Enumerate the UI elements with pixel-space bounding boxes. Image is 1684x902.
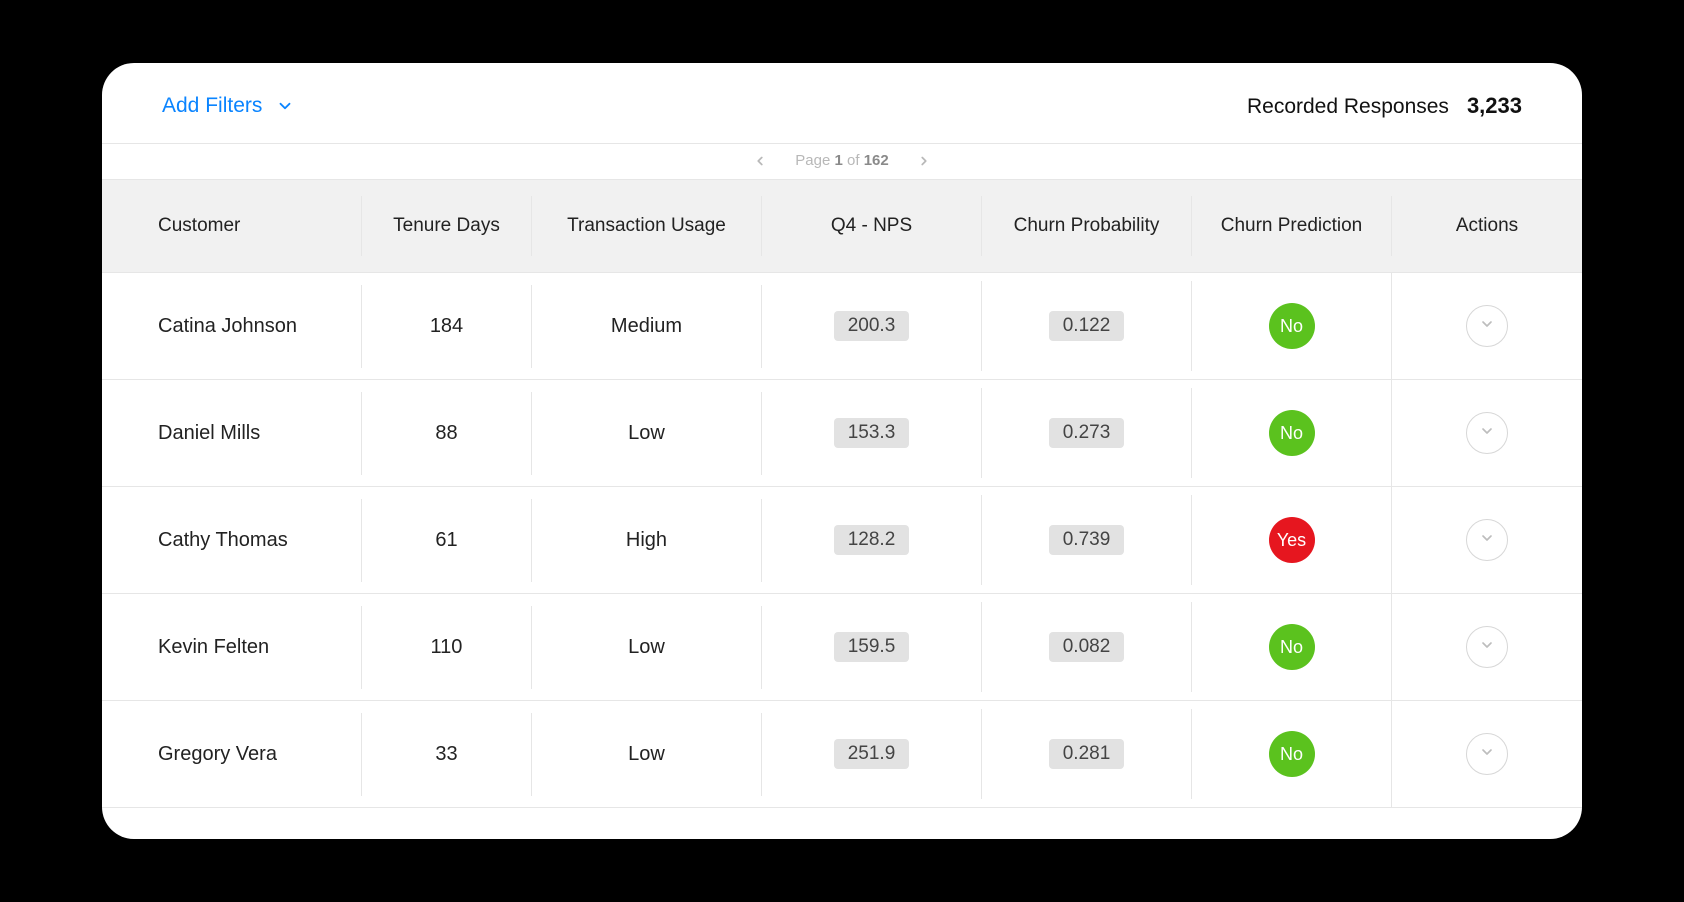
- responses-card: Add Filters Recorded Responses 3,233 Pag…: [102, 63, 1582, 839]
- cell-actions: [1392, 382, 1582, 484]
- add-filters-label: Add Filters: [162, 94, 262, 118]
- recorded-count: 3,233: [1467, 93, 1522, 119]
- nps-pill: 159.5: [834, 632, 910, 662]
- col-churn-prob: Churn Probability: [982, 196, 1192, 256]
- cell-churn-prob: 0.281: [982, 709, 1192, 799]
- row-expand-button[interactable]: [1466, 412, 1508, 454]
- pager: Page 1 of 162: [102, 144, 1582, 179]
- chevron-down-icon: [1479, 636, 1495, 659]
- row-expand-button[interactable]: [1466, 519, 1508, 561]
- chevron-down-icon: [1479, 743, 1495, 766]
- table-row: Kevin Felten110Low 159.5 0.082 No: [102, 594, 1582, 701]
- cell-customer: Cathy Thomas: [102, 499, 362, 582]
- cell-churn-prob: 0.122: [982, 281, 1192, 371]
- chevron-down-icon: [276, 97, 294, 115]
- nps-pill: 200.3: [834, 311, 910, 341]
- add-filters-button[interactable]: Add Filters: [162, 94, 294, 118]
- cell-nps: 200.3: [762, 281, 982, 371]
- churn-prob-pill: 0.281: [1049, 739, 1125, 769]
- cell-churn-prob: 0.739: [982, 495, 1192, 585]
- recorded-label: Recorded Responses: [1247, 95, 1449, 119]
- pager-total: 162: [864, 152, 889, 169]
- cell-customer: Gregory Vera: [102, 713, 362, 796]
- col-tenure: Tenure Days: [362, 196, 532, 256]
- churn-pred-badge: No: [1269, 303, 1315, 349]
- chevron-left-icon[interactable]: [753, 154, 767, 168]
- col-actions: Actions: [1392, 196, 1582, 256]
- top-bar: Add Filters Recorded Responses 3,233: [102, 63, 1582, 144]
- col-nps: Q4 - NPS: [762, 196, 982, 256]
- cell-tenure: 61: [362, 499, 532, 582]
- table-row: Cathy Thomas61High 128.2 0.739 Yes: [102, 487, 1582, 594]
- col-customer: Customer: [102, 196, 362, 256]
- chevron-down-icon: [1479, 422, 1495, 445]
- cell-nps: 159.5: [762, 602, 982, 692]
- cell-nps: 251.9: [762, 709, 982, 799]
- cell-customer: Kevin Felten: [102, 606, 362, 689]
- nps-pill: 128.2: [834, 525, 910, 555]
- churn-prob-pill: 0.082: [1049, 632, 1125, 662]
- churn-prob-pill: 0.273: [1049, 418, 1125, 448]
- pager-current: 1: [834, 152, 842, 169]
- cell-churn-pred: No: [1192, 701, 1392, 807]
- cell-churn-prob: 0.273: [982, 388, 1192, 478]
- churn-pred-badge: No: [1269, 731, 1315, 777]
- recorded-responses: Recorded Responses 3,233: [1247, 93, 1522, 119]
- cell-nps: 128.2: [762, 495, 982, 585]
- cell-actions: [1392, 489, 1582, 591]
- table-row: Gregory Vera33Low 251.9 0.281 No: [102, 701, 1582, 808]
- table-row: Catina Johnson184Medium 200.3 0.122 No: [102, 273, 1582, 380]
- cell-tenure: 184: [362, 285, 532, 368]
- cell-churn-pred: No: [1192, 594, 1392, 700]
- row-expand-button[interactable]: [1466, 305, 1508, 347]
- table-body: Catina Johnson184Medium200.30.122NoDanie…: [102, 273, 1582, 839]
- cell-churn-pred: No: [1192, 273, 1392, 379]
- cell-nps: 153.3: [762, 388, 982, 478]
- col-churn-pred: Churn Prediction: [1192, 196, 1392, 256]
- churn-pred-badge: No: [1269, 410, 1315, 456]
- pager-prefix: Page: [795, 152, 830, 169]
- churn-pred-badge: No: [1269, 624, 1315, 670]
- cell-churn-pred: No: [1192, 380, 1392, 486]
- col-usage: Transaction Usage: [532, 196, 762, 256]
- row-expand-button[interactable]: [1466, 733, 1508, 775]
- cell-customer: Catina Johnson: [102, 285, 362, 368]
- cell-tenure: 33: [362, 713, 532, 796]
- cell-actions: [1392, 275, 1582, 377]
- pager-of: of: [847, 152, 860, 169]
- cell-usage: Medium: [532, 285, 762, 368]
- churn-prob-pill: 0.739: [1049, 525, 1125, 555]
- cell-usage: High: [532, 499, 762, 582]
- cell-usage: Low: [532, 392, 762, 475]
- chevron-down-icon: [1479, 529, 1495, 552]
- churn-pred-badge: Yes: [1269, 517, 1315, 563]
- cell-usage: Low: [532, 713, 762, 796]
- table-header: Customer Tenure Days Transaction Usage Q…: [102, 179, 1582, 273]
- table-row: Daniel Mills88Low 153.3 0.273 No: [102, 380, 1582, 487]
- cell-tenure: 110: [362, 606, 532, 689]
- cell-customer: Daniel Mills: [102, 392, 362, 475]
- cell-usage: Low: [532, 606, 762, 689]
- chevron-right-icon[interactable]: [917, 154, 931, 168]
- cell-tenure: 88: [362, 392, 532, 475]
- cell-churn-pred: Yes: [1192, 487, 1392, 593]
- pager-text: Page 1 of 162: [795, 152, 888, 169]
- cell-actions: [1392, 596, 1582, 698]
- cell-actions: [1392, 703, 1582, 805]
- row-expand-button[interactable]: [1466, 626, 1508, 668]
- churn-prob-pill: 0.122: [1049, 311, 1125, 341]
- nps-pill: 251.9: [834, 739, 910, 769]
- cell-churn-prob: 0.082: [982, 602, 1192, 692]
- nps-pill: 153.3: [834, 418, 910, 448]
- chevron-down-icon: [1479, 315, 1495, 338]
